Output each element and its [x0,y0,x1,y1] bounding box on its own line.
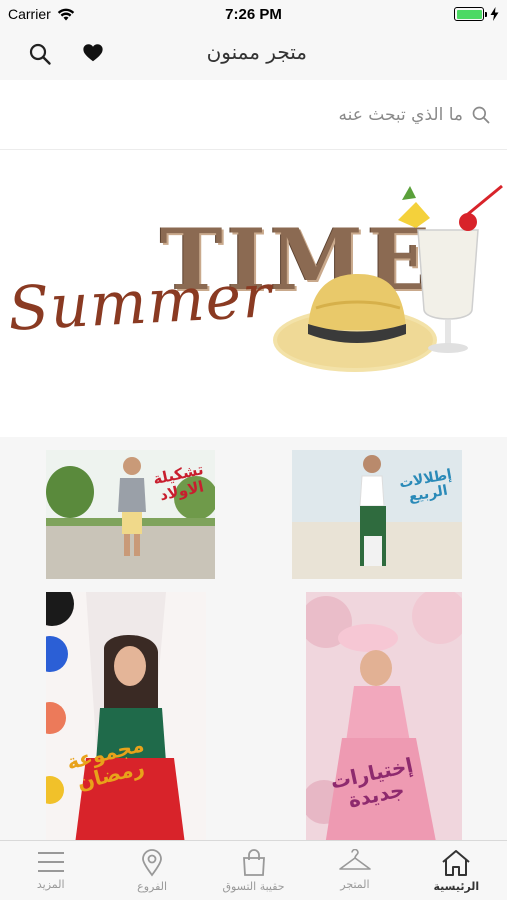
battery-fill [456,9,482,19]
tab-shopping-bag[interactable]: حقيبة التسوق [203,841,304,900]
tab-more[interactable]: المزيد [0,841,101,900]
tab-branches[interactable]: الفروع [101,841,202,900]
page-title: متجر ممنون [206,40,307,64]
category-tile-ramadan[interactable]: مجموعة رمضان [46,592,206,840]
hanger-icon [339,849,371,870]
summer-banner[interactable]: TIME Summer [0,150,507,437]
navigation-bar: متجر ممنون [0,28,507,80]
shopping-bag-icon [242,849,265,876]
tab-label-store: المتجر [340,878,370,891]
banner-script-text: Summer [6,261,274,345]
search-icon [472,106,490,124]
category-tile-boys[interactable]: تشكيلة الاولاد [46,450,215,579]
search-field[interactable] [291,98,491,132]
tab-label-more: المزيد [36,878,65,891]
ramadan-collection-photo [46,592,206,840]
tab-bar: المزيد الفروع حقيبة التسوق المتجر الرئيس… [0,840,507,900]
tab-store[interactable]: المتجر [304,841,405,900]
search-bar [0,80,507,150]
category-tile-spring[interactable]: إطلالات الربيع [292,450,462,579]
menu-icon [37,852,64,872]
tab-label-shopping-bag: حقيبة التسوق [222,880,285,893]
category-grid: تشكيلة الاولاد إطلالات الربيع مجموعة رمض… [0,437,507,840]
app-screen: Carrier 7:26 PM متجر ممنون ما الذي تبحث … [0,0,507,900]
battery-tip [485,11,487,17]
search-icon[interactable] [28,42,52,66]
wifi-icon [57,8,74,20]
tab-label-branches: الفروع [137,880,168,893]
search-input[interactable] [313,105,463,125]
status-time: 7:26 PM [225,5,282,23]
home-icon [442,850,470,876]
carrier-label: Carrier [8,6,51,22]
tab-home[interactable]: الرئيسية [406,841,507,900]
battery-indicator [454,7,499,21]
category-tile-new-picks[interactable]: إختيارات جديدة [306,592,462,840]
battery-body [454,7,484,21]
carrier-group: Carrier [8,6,75,22]
heart-icon[interactable] [82,42,104,64]
status-bar: Carrier 7:26 PM [0,0,507,28]
tab-label-home: الرئيسية [433,880,480,893]
location-pin-icon [142,849,163,877]
cocktail-glass-illustration [398,184,503,353]
charging-bolt-icon [490,7,499,21]
